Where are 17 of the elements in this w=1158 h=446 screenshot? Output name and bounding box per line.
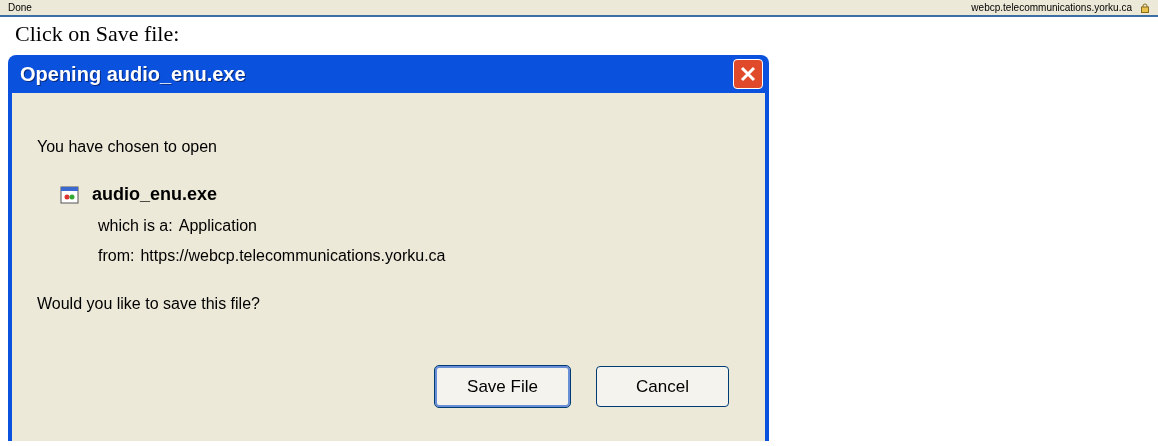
window-title: Opening audio_enu.exe [20, 62, 246, 87]
detail-label: which is a: [98, 216, 173, 236]
detail-label: from: [98, 246, 135, 266]
dialog-button[interactable]: Save File [435, 366, 570, 407]
question-text: Would you like to save this file? [37, 294, 261, 314]
instruction-text: Click on Save file: [15, 21, 181, 47]
close-button[interactable] [733, 59, 763, 89]
status-url: webcp.telecommunications.yorku.ca [971, 1, 1132, 15]
status-text: Done [8, 1, 32, 15]
lock-icon [1140, 2, 1150, 13]
application-file-icon [60, 184, 80, 205]
intro-text: You have chosen to open [37, 137, 218, 157]
detail-value: https://webcp.telecommunications.yorku.ca [140, 246, 446, 266]
file-name: audio_enu.exe [92, 183, 218, 206]
close-icon [740, 66, 756, 82]
detail-value: Application [178, 216, 257, 236]
dialog-button[interactable]: Cancel [596, 366, 729, 407]
